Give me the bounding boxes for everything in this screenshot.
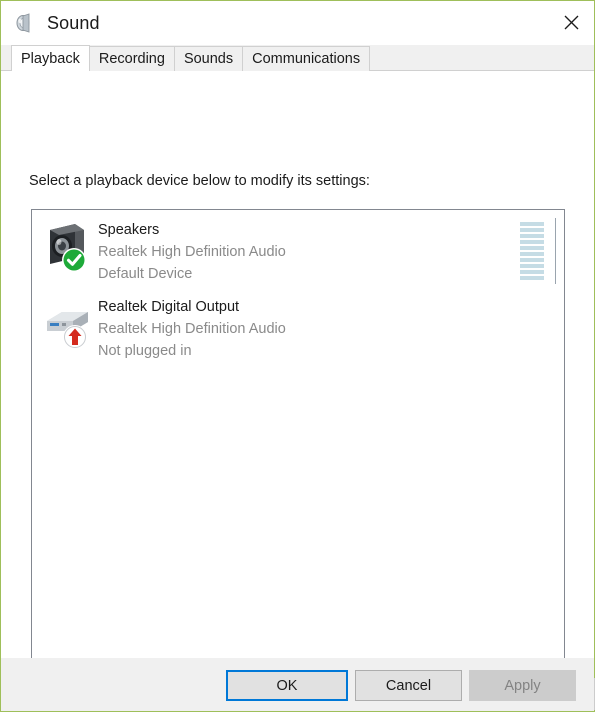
- device-status: Not plugged in: [98, 343, 192, 359]
- ok-button[interactable]: OK: [226, 670, 348, 701]
- meter-segment: [520, 222, 544, 226]
- device-driver: Realtek High Definition Audio: [98, 321, 286, 337]
- list-item[interactable]: Realtek Digital Output Realtek High Defi…: [32, 287, 564, 364]
- meter-segment: [520, 234, 544, 238]
- tab-communications-label: Communications: [252, 51, 361, 67]
- meter-segment: [520, 264, 544, 268]
- device-text-block: Realtek Digital Output Realtek High Defi…: [98, 295, 286, 362]
- tab-recording-label: Recording: [98, 51, 165, 67]
- dialog-footer: OK Cancel Apply: [1, 658, 594, 711]
- device-name: Speakers: [98, 222, 160, 238]
- device-text-block: Speakers Realtek High Definition Audio D…: [98, 218, 286, 285]
- device-name: Realtek Digital Output: [98, 299, 240, 315]
- list-item[interactable]: Speakers Realtek High Definition Audio D…: [32, 210, 564, 287]
- meter-divider: [555, 218, 556, 284]
- close-button[interactable]: [548, 1, 594, 44]
- cancel-button-label: Cancel: [385, 677, 432, 694]
- meter-segment: [520, 270, 544, 274]
- tab-sounds-label: Sounds: [183, 51, 234, 67]
- ok-button-label: OK: [276, 677, 298, 694]
- tab-sounds[interactable]: Sounds: [173, 46, 244, 71]
- volume-meter: [520, 222, 544, 280]
- tab-playback-label: Playback: [21, 50, 80, 67]
- meter-segment: [520, 258, 544, 262]
- meter-segment: [520, 252, 544, 256]
- device-status: Default Device: [98, 266, 193, 282]
- tab-recording[interactable]: Recording: [88, 46, 175, 71]
- meter-segment: [520, 246, 544, 250]
- tab-strip: Playback Recording Sounds Communications: [1, 45, 594, 71]
- meter-segment: [520, 276, 544, 280]
- speaker-icon: [14, 12, 36, 34]
- cancel-button[interactable]: Cancel: [355, 670, 462, 701]
- digital-output-device-icon: [42, 295, 94, 351]
- tab-playback[interactable]: Playback: [11, 45, 90, 71]
- tab-communications[interactable]: Communications: [242, 46, 371, 71]
- instruction-text: Select a playback device below to modify…: [29, 173, 370, 189]
- playback-tab-page: Select a playback device below to modify…: [1, 70, 595, 710]
- playback-device-list[interactable]: Speakers Realtek High Definition Audio D…: [31, 209, 565, 659]
- device-driver: Realtek High Definition Audio: [98, 244, 286, 260]
- apply-button-label: Apply: [504, 677, 541, 694]
- apply-button[interactable]: Apply: [469, 670, 576, 701]
- sound-dialog-window: Sound Playback Recording Sounds Communic…: [0, 0, 595, 712]
- meter-segment: [520, 228, 544, 232]
- title-bar: Sound: [1, 1, 594, 45]
- window-title: Sound: [47, 12, 100, 33]
- meter-segment: [520, 240, 544, 244]
- speaker-device-icon: [42, 218, 94, 274]
